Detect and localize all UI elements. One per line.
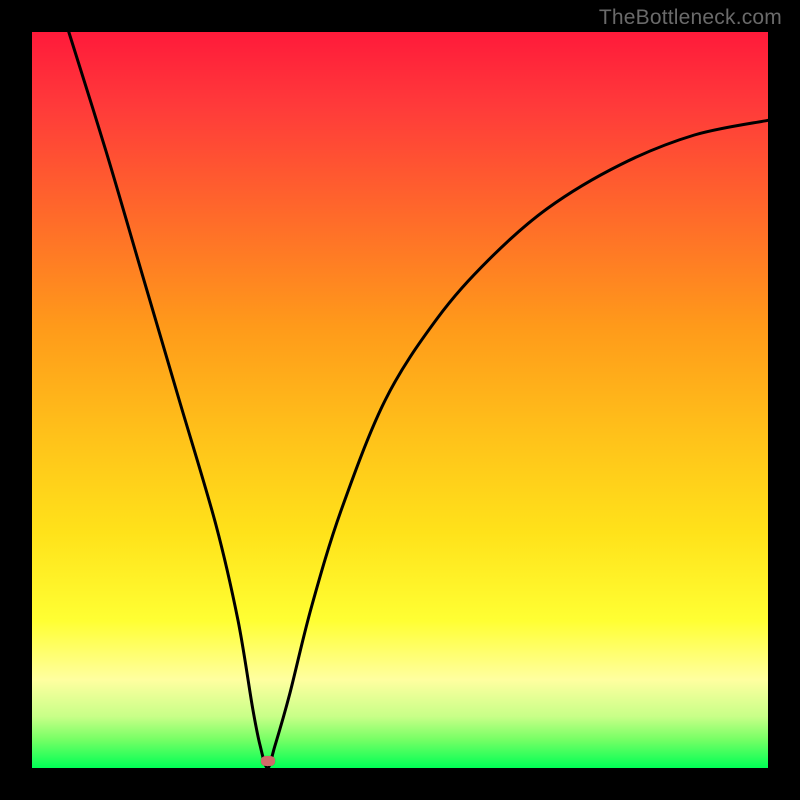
chart-frame: TheBottleneck.com [0,0,800,800]
watermark-text: TheBottleneck.com [599,6,782,30]
plot-area [32,32,768,768]
optimal-point-marker [261,756,275,766]
bottleneck-curve [69,32,768,768]
curve-svg [32,32,768,768]
